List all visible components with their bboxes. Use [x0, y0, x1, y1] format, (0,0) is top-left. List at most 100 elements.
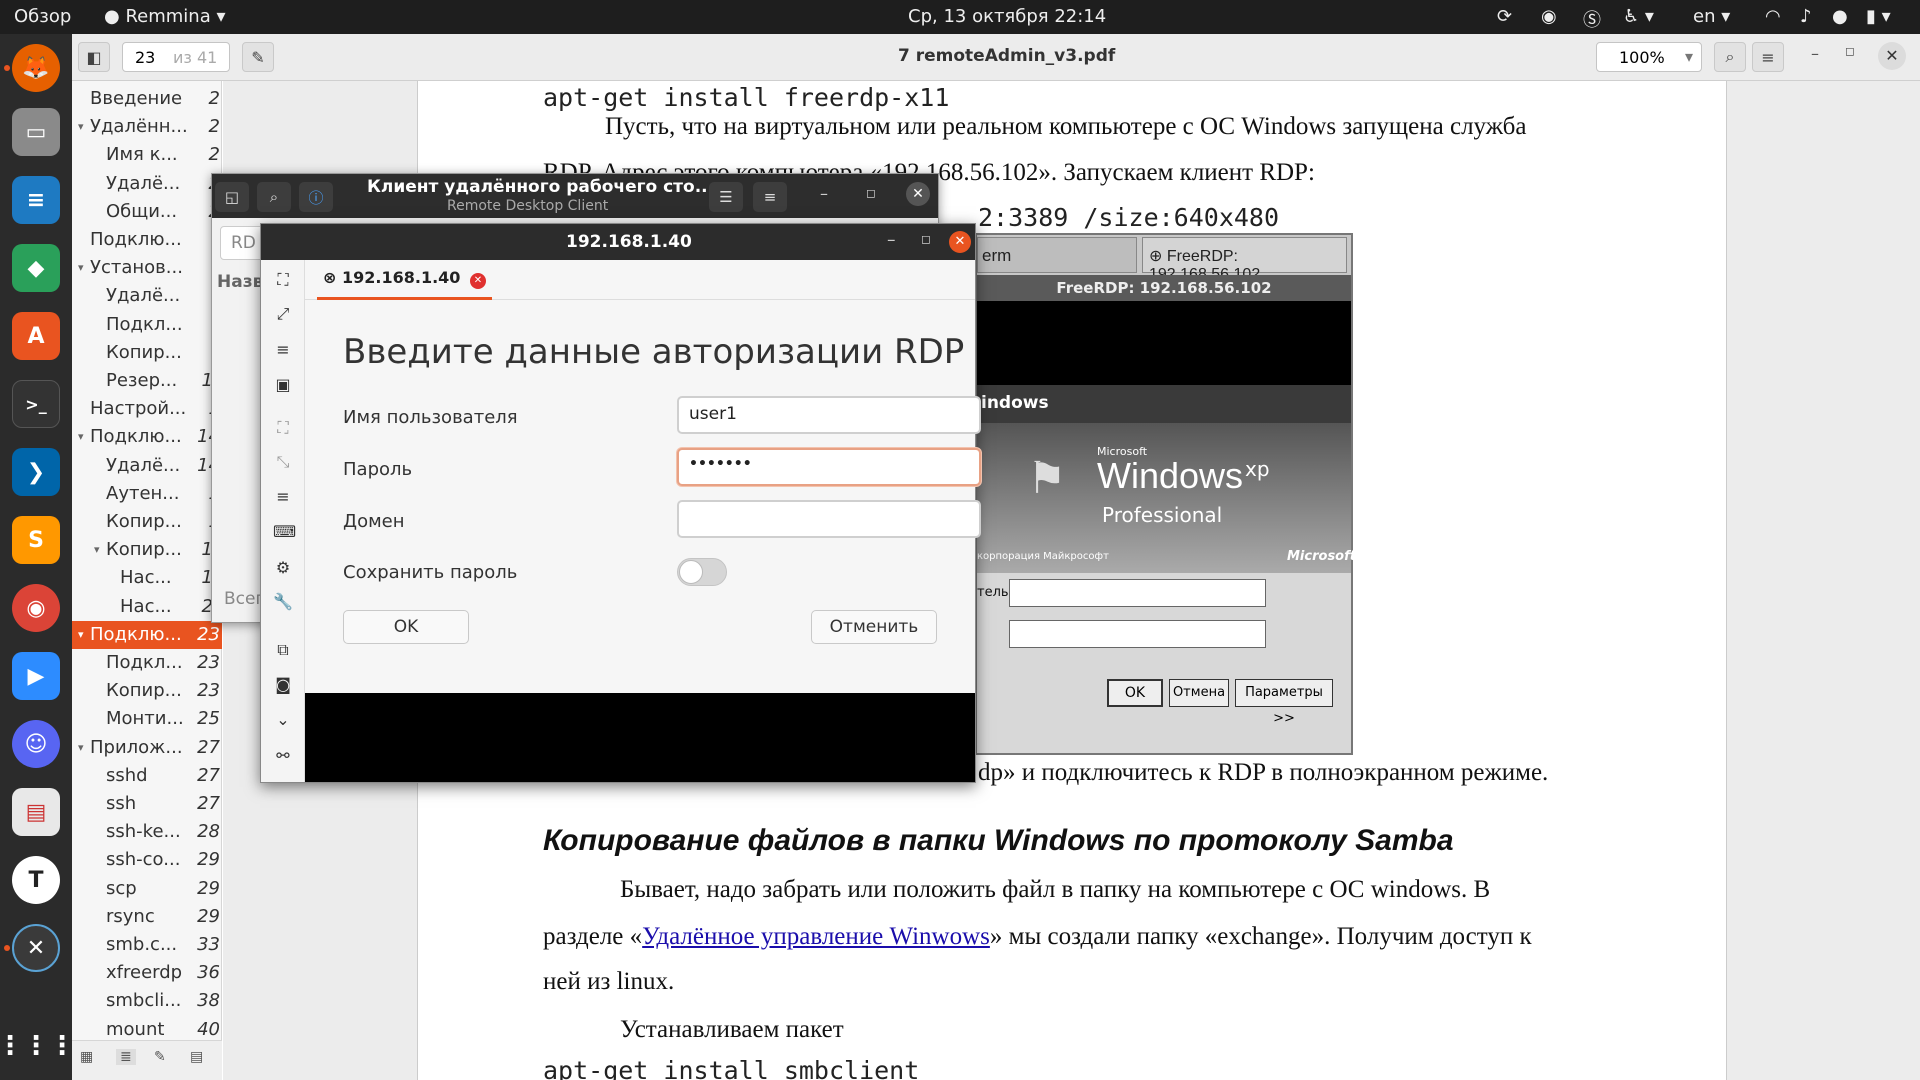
accessibility-icon[interactable]: ♿ ▾: [1623, 6, 1654, 27]
doc-link[interactable]: Удалённое управление Winwows: [642, 923, 990, 950]
volume-icon[interactable]: ♪: [1800, 6, 1812, 27]
menu-icon[interactable]: ≡: [1752, 42, 1784, 72]
toc-item[interactable]: ▾ Подклю... 14: [72, 423, 222, 451]
sublime-icon[interactable]: S: [12, 516, 60, 564]
maximize-icon[interactable]: ◻: [921, 232, 931, 246]
ok-button[interactable]: OK: [343, 610, 469, 644]
toc-item[interactable]: Имя к... 2: [72, 141, 222, 169]
cancel-button[interactable]: Отменить: [811, 610, 937, 644]
discord-tray-icon[interactable]: ◉: [1541, 6, 1557, 27]
close-tab-icon[interactable]: ✕: [470, 273, 486, 289]
toc-item[interactable]: ssh-ke... 28: [72, 818, 222, 846]
firefox-icon[interactable]: 🦊: [12, 44, 60, 92]
thumbnails-icon[interactable]: ▦: [80, 1049, 93, 1065]
search-icon[interactable]: ⌕: [1714, 42, 1746, 72]
sidebar-toggle-icon[interactable]: ◧: [78, 42, 110, 72]
toc-item[interactable]: Подкл... 23: [72, 649, 222, 677]
terminal-icon[interactable]: >_: [12, 380, 60, 428]
page-current[interactable]: 23: [135, 48, 155, 67]
files-icon[interactable]: ▭: [12, 108, 60, 156]
menu-icon[interactable]: ≡: [753, 182, 787, 212]
skype-tray-icon[interactable]: Ⓢ: [1583, 6, 1601, 32]
toc-item[interactable]: ▾ Прилож... 27: [72, 734, 222, 762]
show-apps-icon[interactable]: ⋮⋮⋮: [0, 1022, 75, 1070]
toc-item[interactable]: Подклю...: [72, 226, 222, 254]
page-selector[interactable]: 23 из 41: [122, 42, 230, 72]
outline-icon[interactable]: ≣: [116, 1049, 136, 1065]
maximize-icon[interactable]: ◻: [866, 186, 876, 200]
search-icon[interactable]: ⌕: [257, 182, 291, 212]
attachments-icon[interactable]: ▤: [190, 1049, 203, 1065]
new-connection-icon[interactable]: ◱: [215, 182, 249, 212]
username-field[interactable]: user1: [677, 396, 981, 434]
expander-chevron-icon[interactable]: ▾: [78, 113, 84, 141]
battery-icon[interactable]: ▮ ▾: [1866, 6, 1891, 27]
toc-item[interactable]: ssh 27: [72, 790, 222, 818]
toc-item[interactable]: ssh-co... 29: [72, 846, 222, 874]
toc-item[interactable]: Удалё... 14: [72, 452, 222, 480]
view-toggle-icon[interactable]: ☰: [709, 182, 743, 212]
typora-icon[interactable]: T: [12, 856, 60, 904]
toc-item[interactable]: sshd 27: [72, 762, 222, 790]
annotations-icon[interactable]: ✎: [154, 1049, 166, 1065]
toc-item[interactable]: smb.c... 33: [72, 931, 222, 959]
toc-item[interactable]: ▾ Подклю... 23: [72, 620, 222, 649]
toc-item[interactable]: Удалё...: [72, 282, 222, 310]
info-icon[interactable]: ⓘ: [299, 182, 333, 212]
tools-icon[interactable]: 🔧: [273, 592, 293, 612]
dynamic-resolution-icon[interactable]: ⤡: [273, 452, 293, 472]
toc-item[interactable]: Удалё...2: [72, 170, 222, 198]
toc-item[interactable]: Копир...1: [72, 508, 222, 536]
reader-icon[interactable]: ▤: [12, 788, 60, 836]
minimize-icon[interactable]: –: [820, 184, 828, 203]
expander-chevron-icon[interactable]: ▾: [78, 734, 84, 762]
language-selector[interactable]: en ▾: [1693, 6, 1730, 27]
toc-item[interactable]: Настрой...1: [72, 395, 222, 423]
toc-item[interactable]: Нас...2(: [72, 593, 222, 621]
fit-window-icon[interactable]: ⛶: [273, 270, 293, 290]
minimize-window-icon[interactable]: ⌄: [273, 710, 293, 730]
fullscreen-icon[interactable]: ⤢: [273, 304, 293, 324]
close-icon[interactable]: ✕: [949, 231, 971, 253]
expander-chevron-icon[interactable]: ▾: [78, 423, 84, 451]
zoom-icon[interactable]: ▶: [12, 652, 60, 700]
annotate-icon[interactable]: ✎: [242, 42, 274, 72]
settings-icon[interactable]: ⚙: [273, 558, 293, 578]
layers-icon[interactable]: ◆: [12, 244, 60, 292]
toc-item[interactable]: scp 29: [72, 875, 222, 903]
toc-item[interactable]: ▾ Установ...: [72, 254, 222, 282]
vscode-icon[interactable]: ❯: [12, 448, 60, 496]
window-icon[interactable]: ▣: [273, 375, 293, 395]
scale-icon[interactable]: ⛶: [273, 418, 293, 438]
toc-item[interactable]: xfreerdp 36: [72, 959, 222, 987]
expander-chevron-icon[interactable]: ▾: [94, 536, 100, 564]
remmina-icon[interactable]: ✕: [12, 924, 60, 972]
domain-field[interactable]: [677, 500, 981, 538]
save-password-toggle[interactable]: [677, 558, 727, 586]
chrome-icon[interactable]: ◉: [12, 584, 60, 632]
expander-chevron-icon[interactable]: ▾: [78, 254, 84, 282]
keyboard-icon[interactable]: ⌨: [273, 522, 296, 542]
writer-icon[interactable]: ≡: [12, 176, 60, 224]
sync-icon[interactable]: ⟳: [1497, 6, 1512, 27]
toc-item[interactable]: Резер...1(: [72, 367, 222, 395]
menu-icon[interactable]: ≡: [273, 340, 293, 360]
zoom-selector[interactable]: 100% ▾: [1596, 42, 1702, 72]
toc-item[interactable]: ▾Копир...1!: [72, 536, 222, 564]
password-field[interactable]: •••••••: [677, 448, 981, 486]
toc-item[interactable]: ▾ Удалённ... 2: [72, 113, 222, 141]
toc-item[interactable]: Подкл...: [72, 311, 222, 339]
duplicate-icon[interactable]: ⧉: [273, 640, 293, 660]
close-icon[interactable]: ✕: [906, 182, 930, 206]
connection-tab[interactable]: ⊗ 192.168.1.40 ✕: [317, 260, 492, 300]
software-icon[interactable]: A: [12, 312, 60, 360]
column-header-name[interactable]: Назв: [217, 272, 263, 292]
minimize-icon[interactable]: –: [887, 230, 896, 250]
preferences-icon[interactable]: ≡: [273, 487, 293, 507]
microphone-icon[interactable]: ●: [1832, 6, 1848, 27]
expander-chevron-icon[interactable]: ▾: [78, 621, 84, 649]
toc-item[interactable]: Копир...: [72, 339, 222, 367]
toc-item[interactable]: Введение 2: [72, 85, 222, 113]
toc-item[interactable]: smbcli... 38: [72, 987, 222, 1015]
discord-icon[interactable]: ☺: [12, 720, 60, 768]
